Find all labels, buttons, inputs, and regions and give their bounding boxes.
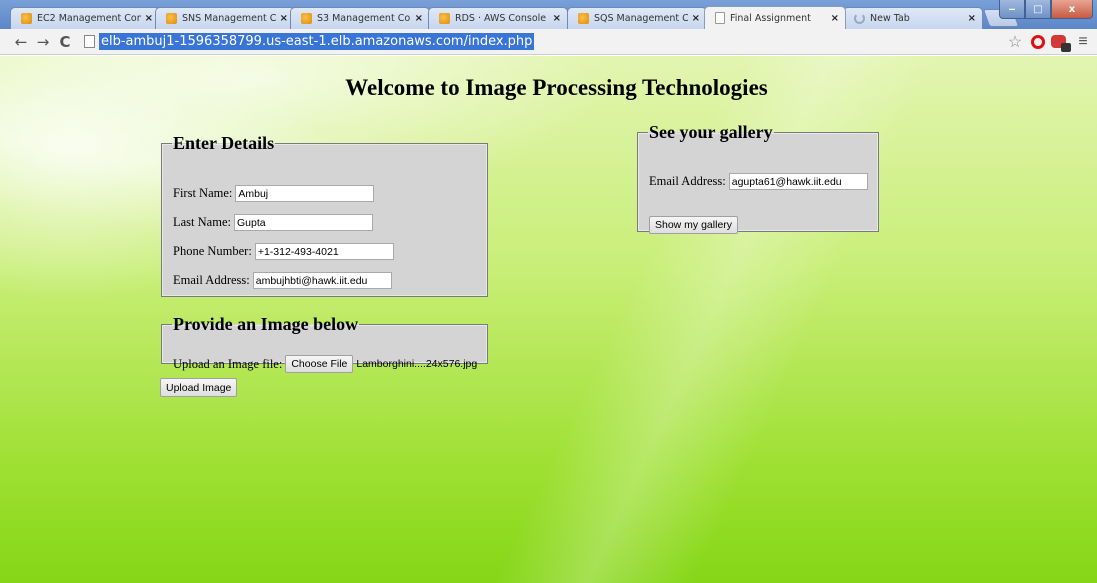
tab-s3[interactable]: S3 Management Console × — [290, 7, 430, 29]
forward-button[interactable]: → — [34, 32, 52, 52]
tab-strip: EC2 Management Consol × SNS Management C… — [0, 0, 1097, 29]
aws-icon — [301, 13, 312, 24]
aws-icon — [439, 13, 450, 24]
close-icon[interactable]: × — [415, 13, 423, 24]
choose-file-button[interactable]: Choose File — [285, 355, 354, 373]
image-fieldset: Provide an Image below Upload an Image f… — [161, 314, 488, 373]
page-content: Welcome to Image Processing Technologies… — [0, 56, 1097, 583]
email-input[interactable] — [252, 272, 392, 289]
email-label: Email Address: — [173, 273, 250, 287]
close-icon[interactable]: × — [692, 13, 700, 24]
browser-toolbar: ← → C elb-ambuj1-1596358799.us-east-1.el… — [0, 29, 1097, 55]
last-name-input[interactable] — [233, 214, 373, 231]
loading-icon — [854, 13, 865, 24]
page-icon — [715, 12, 725, 24]
selected-file-name: Lamborghini....24x576.jpg — [356, 358, 478, 370]
window-controls: ‒ □ x — [999, 0, 1093, 19]
tab-title: SQS Management Conso — [594, 13, 688, 24]
bookmark-star-icon[interactable]: ☆ — [1005, 32, 1025, 52]
details-fieldset: Enter Details First Name: Last Name: Pho… — [161, 134, 488, 297]
menu-icon[interactable]: ≡ — [1075, 33, 1091, 51]
email-row: Email Address: — [173, 272, 392, 289]
file-row: Upload an Image file: Choose File Lambor… — [173, 355, 477, 373]
first-name-label: First Name: — [173, 186, 233, 200]
opera-extension-icon[interactable] — [1031, 35, 1045, 49]
tab-title: New Tab — [870, 13, 910, 24]
tab-title: EC2 Management Consol — [37, 13, 141, 24]
close-icon[interactable]: × — [831, 13, 839, 24]
tab-title: S3 Management Console — [317, 13, 411, 24]
gallery-email-label: Email Address: — [649, 174, 726, 188]
gallery-email-input[interactable] — [728, 173, 868, 190]
page-title: Welcome to Image Processing Technologies — [345, 75, 768, 100]
tab-sns[interactable]: SNS Management Conso × — [155, 7, 295, 29]
show-gallery-button[interactable]: Show my gallery — [649, 216, 739, 234]
first-name-row: First Name: — [173, 185, 375, 202]
last-name-label: Last Name: — [173, 215, 231, 229]
close-icon[interactable]: × — [145, 13, 153, 24]
tab-sqs[interactable]: SQS Management Conso × — [567, 7, 707, 29]
extension-icon[interactable] — [1051, 34, 1071, 52]
first-name-input[interactable] — [235, 185, 375, 202]
maximize-button[interactable]: □ — [1025, 0, 1051, 19]
gallery-button-row: Show my gallery — [649, 216, 739, 234]
tab-rds[interactable]: RDS · AWS Console × — [428, 7, 568, 29]
upload-image-button[interactable]: Upload Image — [160, 378, 238, 397]
gallery-legend: See your gallery — [649, 122, 773, 142]
phone-label: Phone Number: — [173, 244, 252, 258]
url-text[interactable]: elb-ambuj1-1596358799.us-east-1.elb.amaz… — [99, 33, 535, 50]
image-legend: Provide an Image below — [173, 314, 359, 334]
gallery-fieldset: See your gallery Email Address: Show my … — [637, 122, 879, 234]
close-icon[interactable]: × — [280, 13, 288, 24]
tab-title: RDS · AWS Console — [455, 13, 547, 24]
tab-new-tab[interactable]: New Tab × — [843, 7, 983, 29]
tab-final-assignment[interactable]: Final Assignment × — [704, 6, 846, 29]
toolbar-actions: ☆ ≡ — [1005, 32, 1091, 52]
details-legend: Enter Details — [173, 133, 275, 153]
page-icon — [84, 35, 95, 48]
aws-icon — [21, 13, 32, 24]
phone-row: Phone Number: — [173, 243, 394, 260]
tab-title: Final Assignment — [730, 12, 811, 24]
aws-icon — [578, 13, 589, 24]
address-bar[interactable]: elb-ambuj1-1596358799.us-east-1.elb.amaz… — [84, 31, 1030, 52]
aws-icon — [166, 13, 177, 24]
close-icon[interactable]: × — [553, 13, 561, 24]
reload-button[interactable]: C — [56, 32, 74, 52]
last-name-row: Last Name: — [173, 214, 373, 231]
gallery-email-row: Email Address: — [649, 173, 868, 190]
file-label: Upload an Image file: — [173, 356, 283, 371]
phone-input[interactable] — [254, 243, 394, 260]
tab-title: SNS Management Conso — [182, 13, 276, 24]
back-button[interactable]: ← — [12, 32, 30, 52]
close-icon[interactable]: × — [968, 13, 976, 24]
close-window-button[interactable]: x — [1051, 0, 1093, 19]
tab-ec2[interactable]: EC2 Management Consol × — [10, 7, 160, 29]
minimize-button[interactable]: ‒ — [999, 0, 1025, 19]
